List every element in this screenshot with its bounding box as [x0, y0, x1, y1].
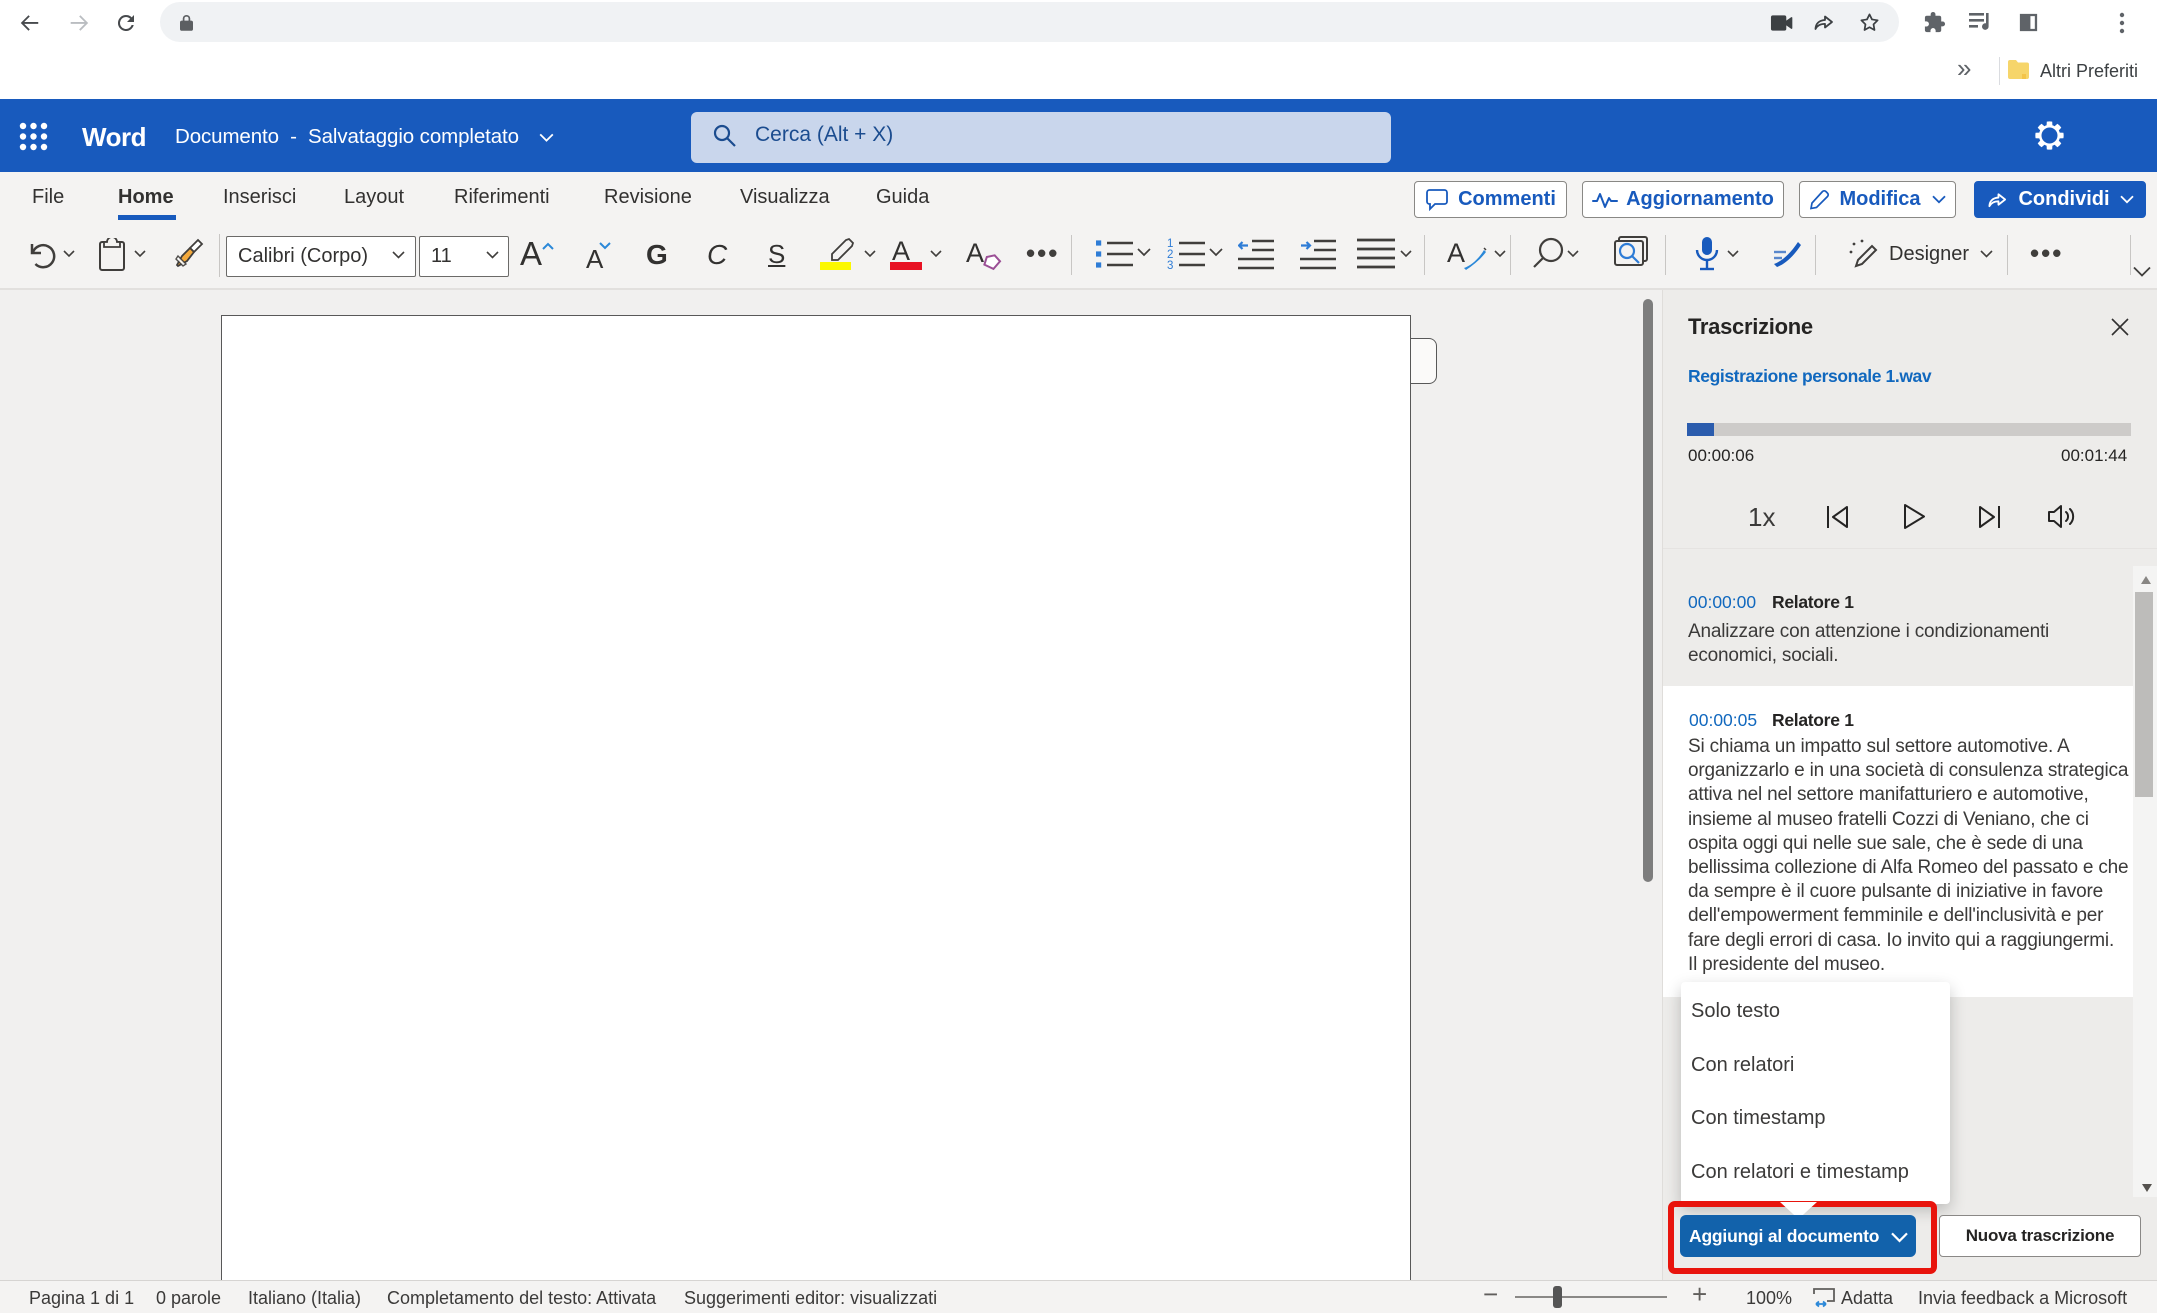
svg-text:3: 3: [1167, 260, 1173, 272]
